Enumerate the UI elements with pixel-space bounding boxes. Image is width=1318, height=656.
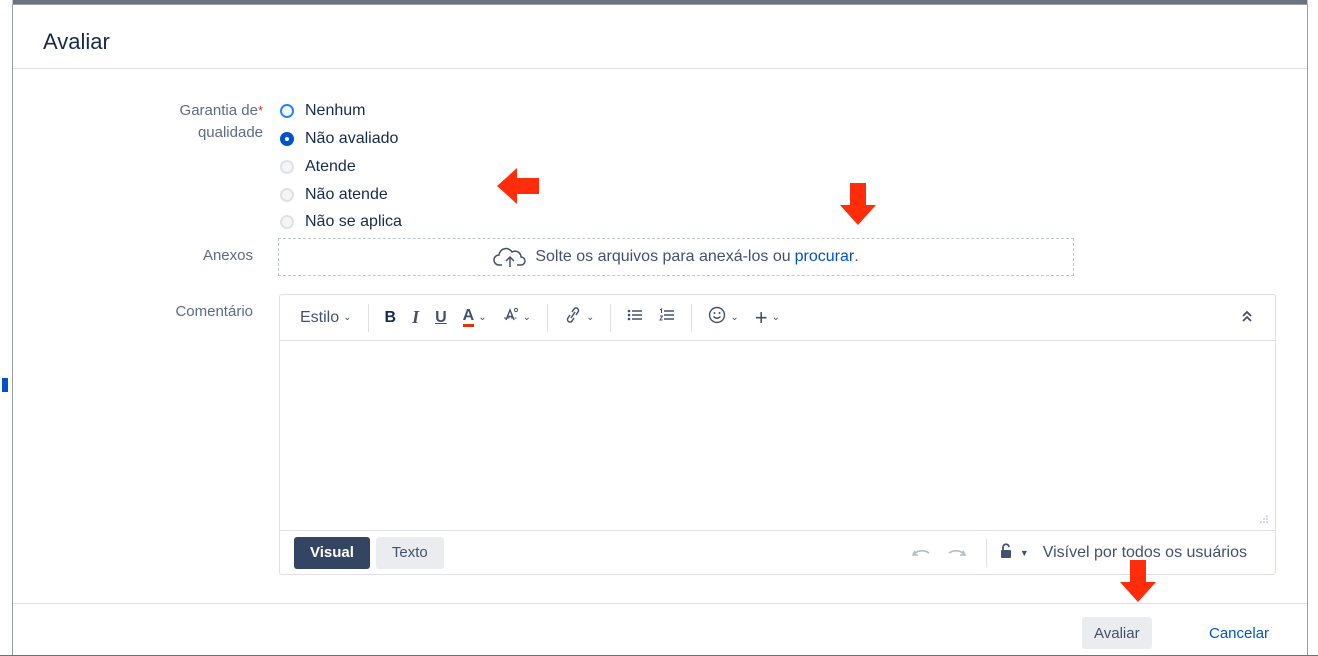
insert-more-dropdown[interactable]: + ⌄ [754,304,781,330]
unlock-icon [999,542,1015,564]
required-marker: * [257,103,263,118]
comment-label: Comentário [175,303,253,320]
numbered-list-button[interactable] [659,308,675,327]
radio-option-nao-se-aplica[interactable]: Não se aplica [280,210,402,234]
radio-label: Não avaliado [305,130,399,147]
radio-option-nao-avaliado[interactable]: Não avaliado [280,127,398,151]
attachment-dropzone[interactable]: Solte os arquivos para anexá-los ou proc… [278,238,1074,276]
footer-divider [985,539,987,567]
annotation-arrow-down-icon [1120,560,1156,602]
cancel-link[interactable]: Cancelar [1209,617,1269,649]
browse-link[interactable]: procurar [795,248,855,266]
bullet-list-icon [627,308,643,327]
radio-button[interactable] [280,160,294,174]
underline-button[interactable]: U [435,309,447,327]
bold-button[interactable]: B [385,309,397,327]
submit-avaliar-button[interactable]: Avaliar [1082,617,1152,649]
text-color-dropdown[interactable]: A ⌄ [462,308,487,327]
toolbar-divider [691,303,693,332]
chevron-down-icon: ⌄ [586,312,595,323]
comment-editor: Estilo ⌄ B I U A ⌄ ⌄ ⌄ ⌄ + ⌄ Visual Text… [279,294,1276,575]
comment-textarea[interactable] [280,341,1275,530]
radio-label: Atende [305,158,356,175]
chevron-down-icon: ⌄ [730,312,739,323]
radio-button[interactable] [280,104,294,118]
chevron-down-icon: ⌄ [478,312,487,323]
bullet-list-button[interactable] [627,308,643,327]
attachments-label: Anexos [202,247,253,264]
chevron-down-icon: ⌄ [522,312,531,323]
redo-icon[interactable] [946,543,967,564]
undo-icon[interactable] [911,543,932,564]
style-label: Estilo [300,308,340,326]
quality-label-line1: Garantia de [179,102,258,119]
quality-label-line2: qualidade [197,124,263,141]
text-mode-button[interactable]: Texto [375,536,444,569]
annotation-arrow-left-icon [497,168,539,204]
dialog-footer: Avaliar Cancelar [13,603,1307,656]
link-dropdown[interactable]: ⌄ [564,307,594,328]
text-color-icon: A [462,308,475,327]
radio-button-selected[interactable] [280,132,294,146]
visual-mode-button[interactable]: Visual [294,536,370,569]
collapse-toolbar-icon[interactable] [1241,309,1253,326]
text-formatting-icon [503,307,519,328]
radio-option-nenhum[interactable]: Nenhum [280,99,365,123]
radio-button[interactable] [280,188,294,202]
radio-label: Não se aplica [305,213,402,230]
radio-button[interactable] [280,215,294,229]
evaluate-dialog: Avaliar Garantia de* qualidade Nenhum Nã… [12,4,1308,655]
quality-field-label: Garantia de* qualidade [113,100,263,144]
caret-down-icon: ▼ [1019,548,1029,558]
plus-icon: + [754,304,768,330]
toolbar-divider [367,303,369,332]
chevron-down-icon: ⌄ [771,312,781,323]
dropzone-period: . [854,248,859,265]
link-icon [564,307,582,328]
visibility-dropdown[interactable]: ▼ [999,542,1029,564]
editor-toolbar: Estilo ⌄ B I U A ⌄ ⌄ ⌄ ⌄ + ⌄ [280,295,1275,341]
dialog-title: Avaliar [43,29,110,54]
dialog-header: Avaliar [13,5,1307,69]
radio-label: Não atende [305,186,388,203]
dropzone-text: Solte os arquivos para anexá-los ou [535,248,791,265]
editor-footer-right: ▼ Visível por todos os usuários [911,531,1247,575]
cloud-upload-icon [493,246,527,268]
emoji-dropdown[interactable]: ⌄ [708,306,739,329]
toolbar-divider [547,303,548,332]
style-dropdown[interactable]: Estilo ⌄ [300,309,352,327]
resize-grip-icon[interactable] [1259,514,1269,526]
radio-label: Nenhum [305,102,366,119]
radio-option-nao-atende[interactable]: Não atende [280,183,388,207]
chevron-down-icon: ⌄ [343,312,352,323]
italic-button[interactable]: I [412,307,419,328]
toolbar-divider [610,303,612,332]
numbered-list-icon [659,308,675,327]
background-marker [2,378,8,392]
more-formatting-dropdown[interactable]: ⌄ [503,307,531,328]
annotation-arrow-down-icon [840,183,876,225]
emoji-icon [708,306,726,329]
radio-option-atende[interactable]: Atende [280,155,356,179]
background-page-right [1307,0,1318,655]
